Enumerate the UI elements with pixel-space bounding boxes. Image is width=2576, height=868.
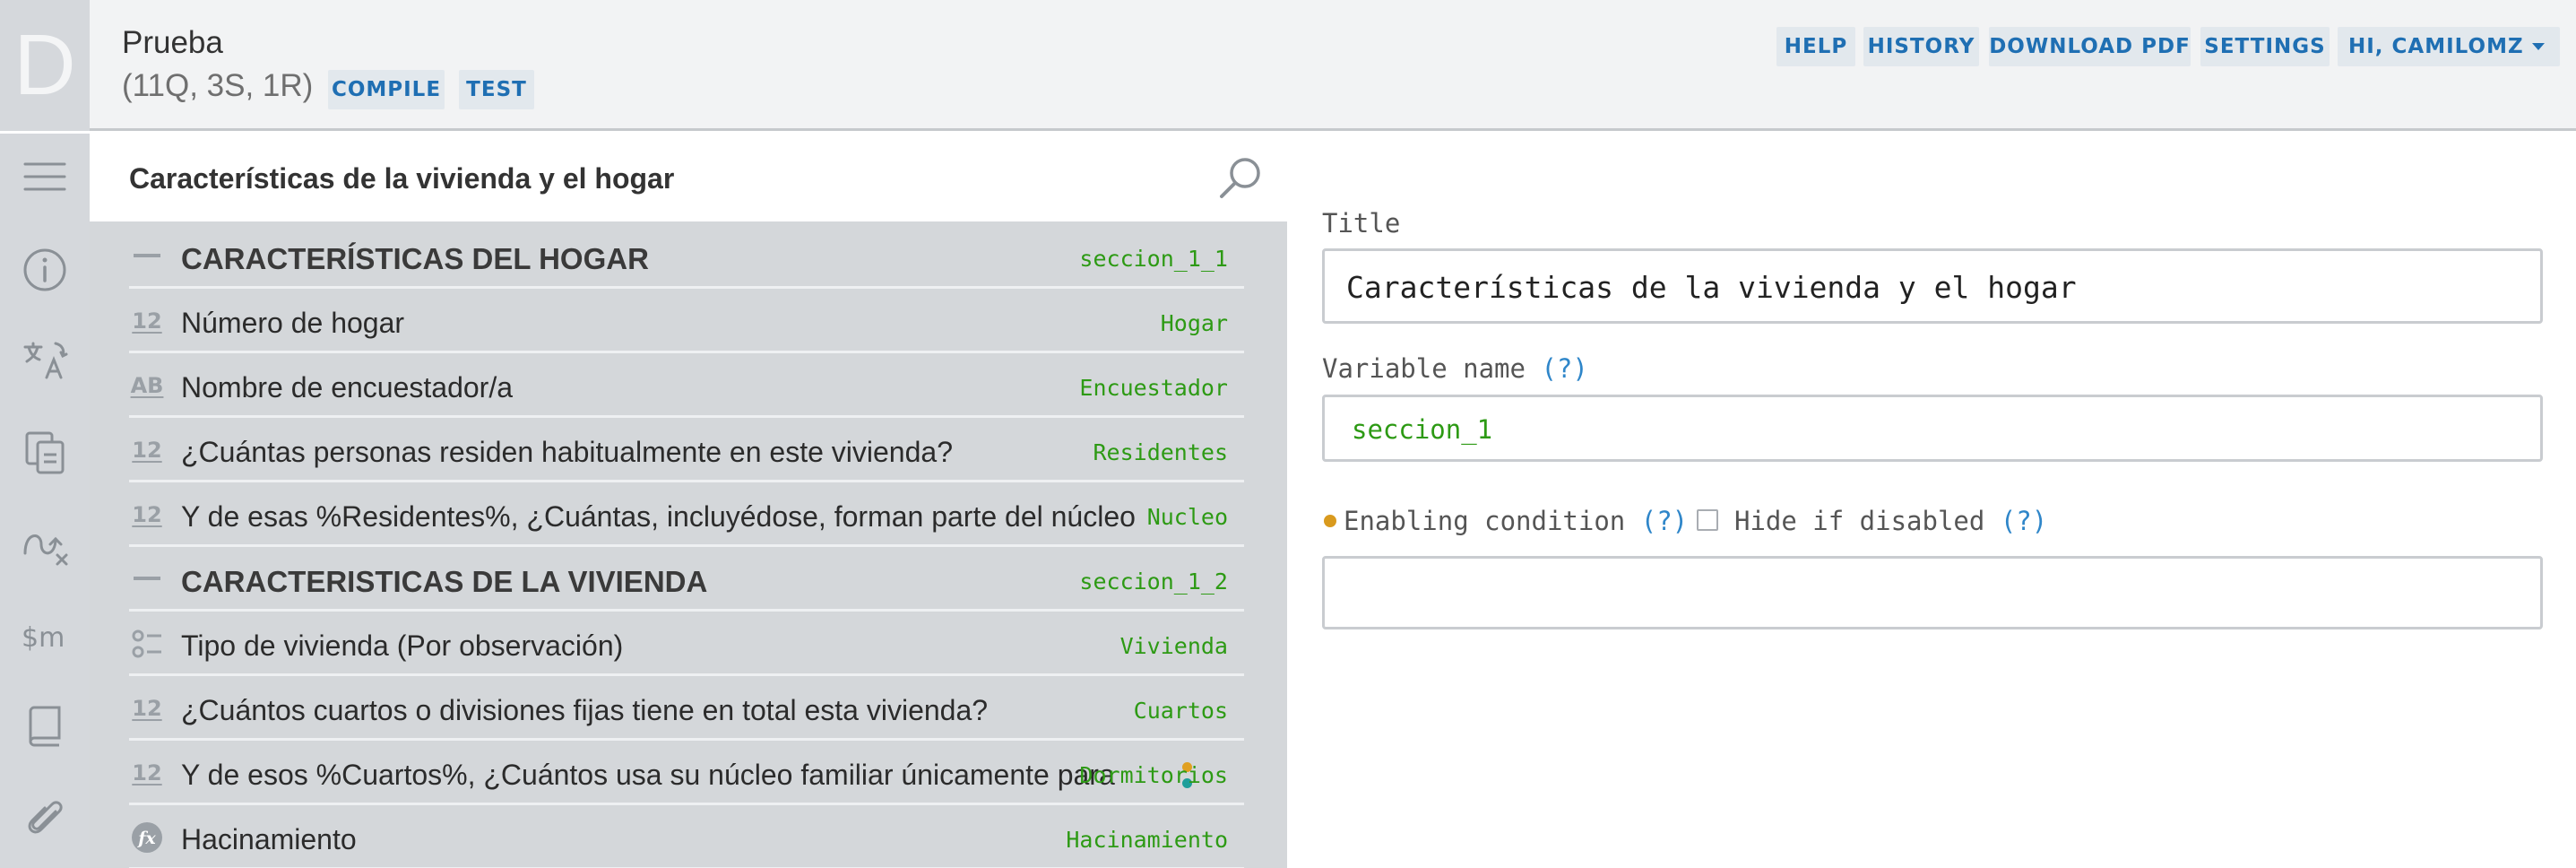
list-item-question[interactable]: AB Nombre de encuestador/a Encuestador	[129, 353, 1244, 418]
item-label: ¿Cuántos cuartos o divisiones fijas tien…	[181, 694, 989, 726]
list-item-variable[interactable]: fx Hacinamiento Hacinamiento	[129, 805, 1244, 868]
list-item-question[interactable]: 12 Número de hogar Hogar	[129, 289, 1244, 353]
numeric-type-icon: 12	[132, 308, 162, 334]
user-menu-button[interactable]: HI, CAMILOMZ	[2338, 27, 2560, 66]
list-item-question[interactable]: 12 Y de esos %Cuartos%, ¿Cuántos usa su …	[129, 741, 1244, 805]
item-label: Tipo de vivienda (Por observación)	[181, 629, 624, 662]
panel-header: Características de la vivienda y el hoga…	[90, 134, 1287, 221]
enabling-condition-label: Enabling condition (?)	[1344, 506, 1688, 536]
calculated-variable-icon: fx	[129, 820, 165, 855]
list-item-question[interactable]: Tipo de vivienda (Por observación) Vivie…	[129, 612, 1244, 676]
list-item-question[interactable]: 12 ¿Cuántos cuartos o divisiones fijas t…	[129, 676, 1244, 741]
item-variable: seccion_1_2	[1079, 569, 1228, 595]
item-label: Y de esos %Cuartos%, ¿Cuántos usa su núc…	[181, 759, 1115, 791]
numeric-type-icon: 12	[132, 502, 162, 527]
item-variable: Residentes	[1093, 439, 1228, 465]
title-label: Title	[1322, 208, 1401, 239]
svg-text:fx: fx	[136, 829, 156, 848]
compile-button[interactable]: COMPILE	[328, 70, 445, 109]
list-item-section[interactable]: CARACTERISTICAS DE LA VIVIENDA seccion_1…	[129, 547, 1244, 612]
condition-dot-icon	[1324, 515, 1336, 527]
enabling-condition-text: Enabling condition	[1344, 506, 1626, 536]
variable-name-text: Variable name	[1322, 353, 1526, 384]
questionnaire-stats: (11Q, 3S, 1R)	[122, 68, 314, 103]
hide-if-disabled-text: Hide if disabled	[1734, 506, 1985, 536]
numeric-type-icon: 12	[132, 438, 162, 463]
section-dash-icon	[129, 239, 165, 274]
macros-icon[interactable]: $m	[16, 607, 73, 664]
item-variable: seccion_1_1	[1079, 246, 1228, 272]
item-variable: Nucleo	[1146, 504, 1228, 530]
attachment-icon[interactable]	[16, 792, 73, 849]
settings-button[interactable]: SETTINGS	[2200, 27, 2330, 66]
list-item-question[interactable]: 12 Y de esas %Residentes%, ¿Cuántas, inc…	[129, 482, 1244, 547]
help-button[interactable]: HELP	[1776, 27, 1855, 66]
svg-text:$m: $m	[22, 622, 65, 654]
item-label: CARACTERÍSTICAS DEL HOGAR	[181, 242, 649, 275]
title-input[interactable]: Características de la vivienda y el hoga…	[1322, 248, 2543, 324]
list-item-section[interactable]: CARACTERÍSTICAS DEL HOGAR seccion_1_1	[129, 224, 1244, 289]
book-icon[interactable]	[16, 699, 73, 756]
item-variable: Vivienda	[1119, 633, 1228, 659]
item-label: CARACTERISTICAS DE LA VIVIENDA	[181, 565, 708, 598]
numeric-type-icon: 12	[132, 760, 162, 786]
item-label: Número de hogar	[181, 307, 405, 339]
user-menu-label: HI, CAMILOMZ	[2348, 35, 2524, 58]
history-button[interactable]: HISTORY	[1863, 27, 1979, 66]
item-label: Nombre de encuestador/a	[181, 371, 513, 404]
copy-icon[interactable]	[16, 424, 73, 482]
menu-icon[interactable]	[16, 148, 73, 205]
item-variable: Dormitorios	[1079, 762, 1228, 788]
top-header: D Prueba (11Q, 3S, 1R) COMPILE TEST HELP…	[0, 0, 2576, 131]
section-dash-icon	[129, 561, 165, 597]
item-variable: Cuartos	[1133, 698, 1228, 724]
left-toolbar: $m	[0, 134, 90, 868]
question-list: CARACTERÍSTICAS DEL HOGAR seccion_1_1 12…	[129, 224, 1334, 868]
routing-icon[interactable]	[16, 516, 73, 573]
info-icon[interactable]	[16, 241, 73, 299]
section-title: Características de la vivienda y el hoga…	[129, 162, 675, 195]
item-variable: Encuestador	[1079, 375, 1228, 401]
questionnaire-title: Prueba	[122, 25, 223, 60]
logo-letter: D	[13, 17, 76, 113]
caret-down-icon	[2532, 43, 2545, 50]
item-variable: Hogar	[1160, 310, 1228, 336]
hide-help-link[interactable]: (?)	[2001, 506, 2047, 536]
search-icon[interactable]	[1215, 153, 1266, 205]
app-logo[interactable]: D	[0, 0, 90, 131]
hide-if-disabled-checkbox[interactable]	[1697, 509, 1718, 531]
text-type-icon: AB	[130, 373, 164, 398]
variable-help-link[interactable]: (?)	[1541, 353, 1587, 384]
item-label: Hacinamiento	[181, 823, 357, 855]
download-pdf-button[interactable]: DOWNLOAD PDF	[1989, 27, 2191, 66]
item-label: ¿Cuántas personas residen habitualmente …	[181, 436, 953, 468]
hide-if-disabled-label: Hide if disabled (?)	[1734, 506, 2047, 536]
item-label: Y de esas %Residentes%, ¿Cuántas, incluy…	[181, 500, 1136, 533]
single-select-type-icon	[129, 626, 165, 662]
numeric-type-icon: 12	[132, 696, 162, 721]
enabling-help-link[interactable]: (?)	[1641, 506, 1688, 536]
variable-name-input[interactable]: seccion_1	[1322, 395, 2543, 462]
enabling-condition-input[interactable]	[1322, 556, 2543, 629]
variable-name-label: Variable name (?)	[1322, 353, 1588, 384]
test-button[interactable]: TEST	[459, 70, 534, 109]
questions-panel: Características de la vivienda y el hoga…	[90, 134, 1287, 868]
item-variable: Hacinamiento	[1066, 827, 1228, 853]
translate-icon[interactable]	[16, 333, 73, 390]
list-item-question[interactable]: 12 ¿Cuántas personas residen habitualmen…	[129, 418, 1244, 482]
